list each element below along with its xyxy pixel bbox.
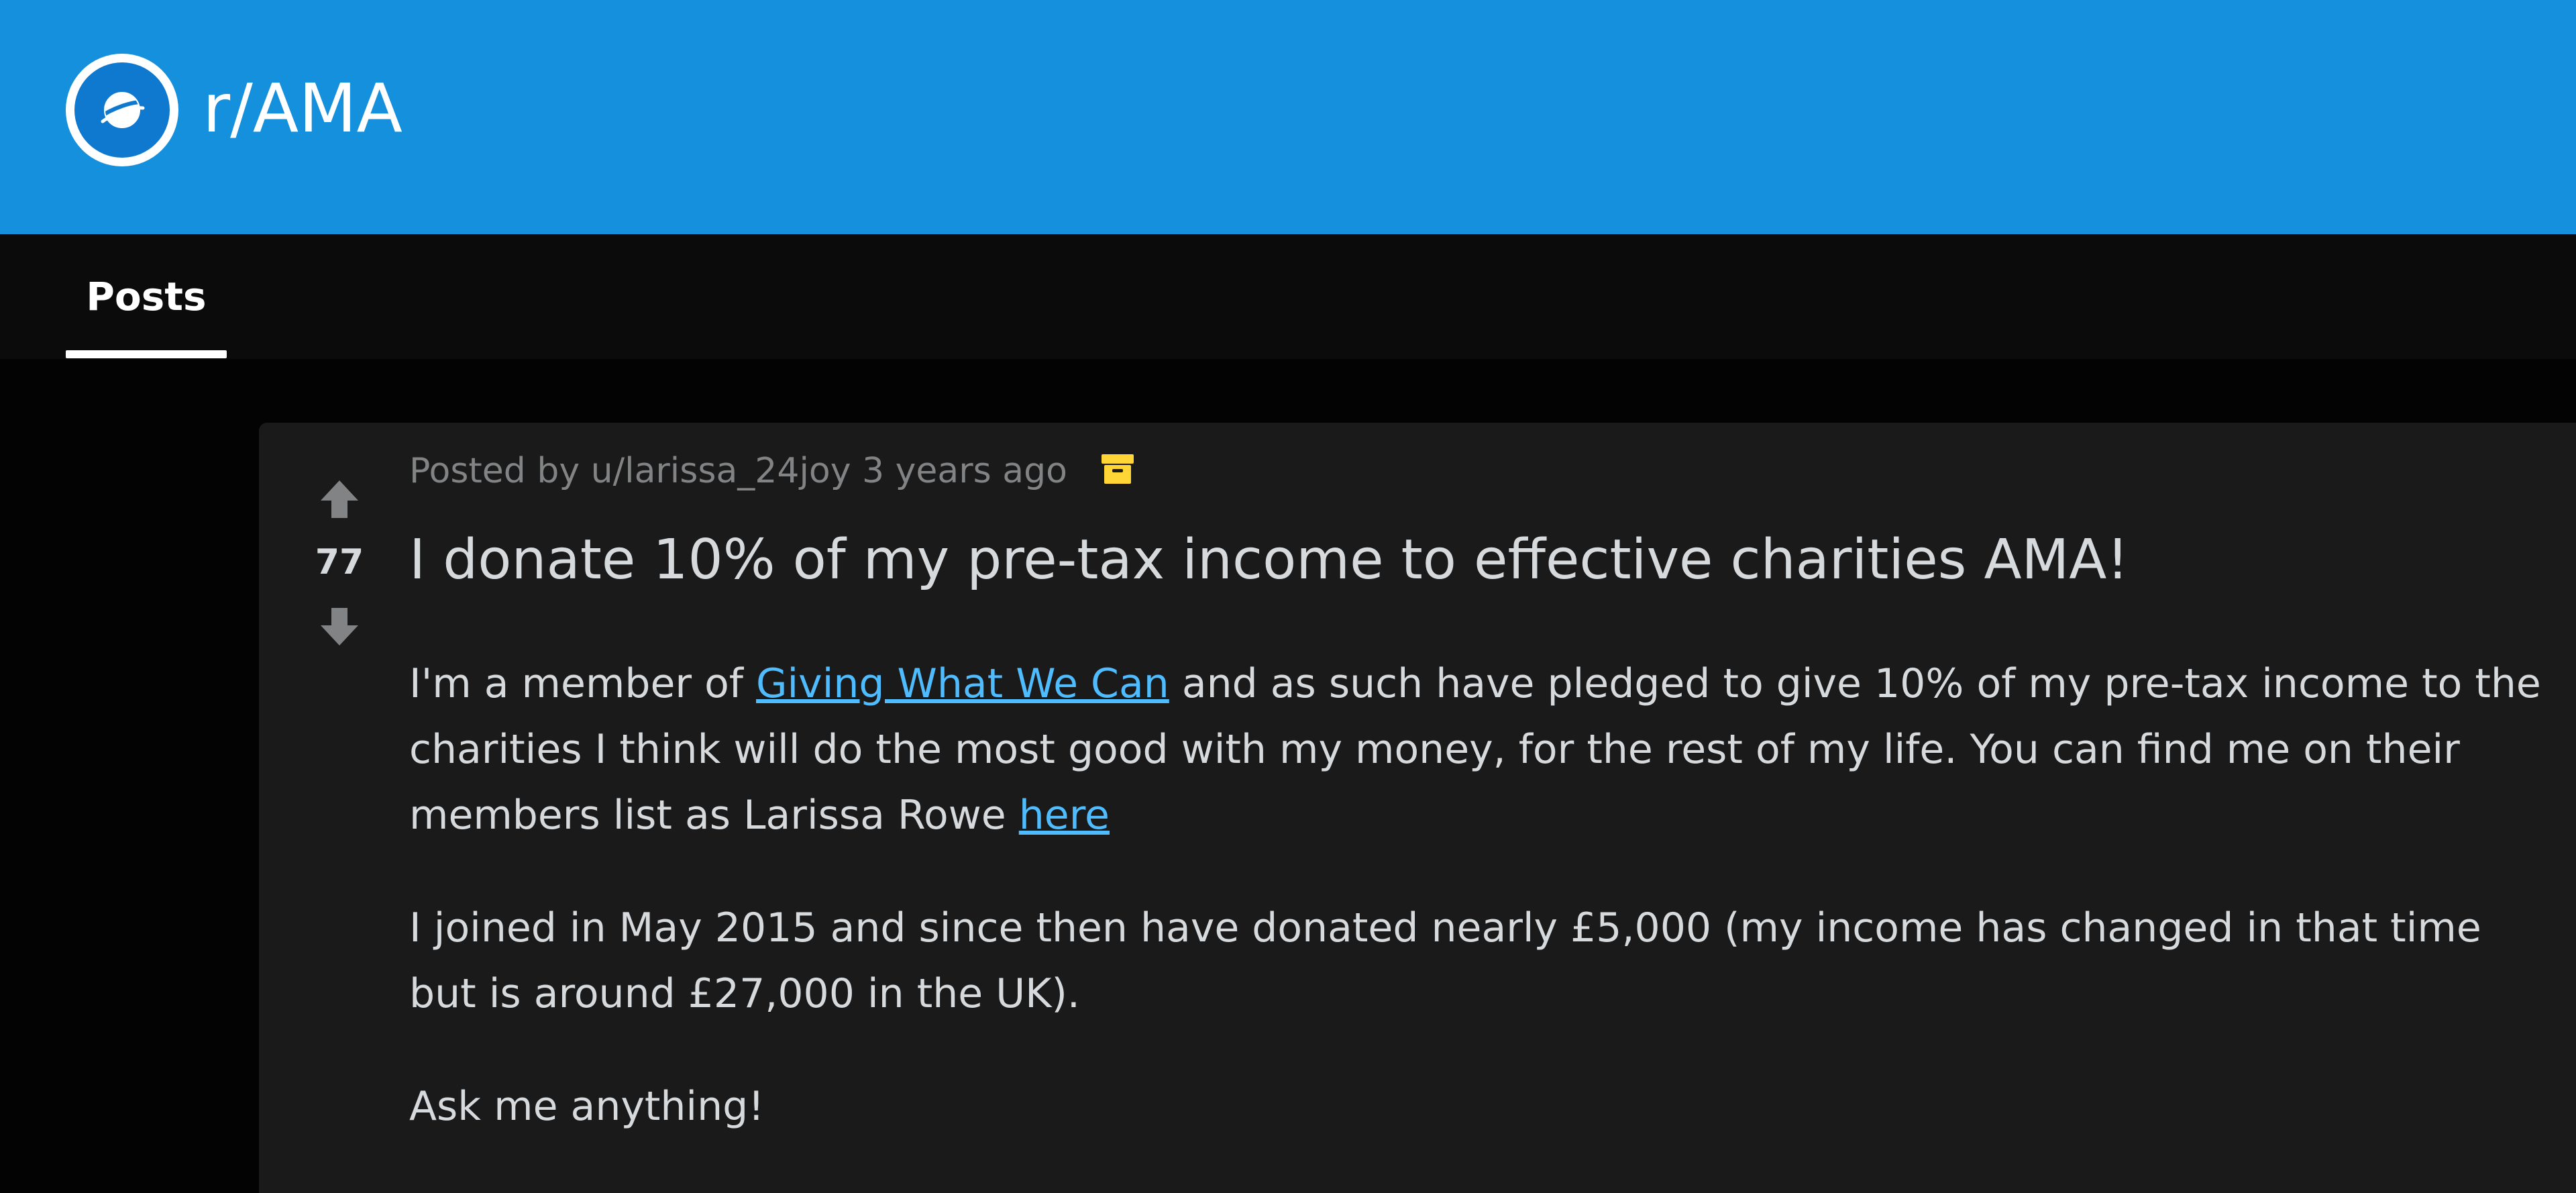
tab-posts-label: Posts (86, 274, 207, 319)
post-title[interactable]: I donate 10% of my pre-tax income to eff… (409, 523, 2129, 597)
subreddit-tabs: Posts (0, 234, 2576, 359)
subreddit-avatar-circle (74, 62, 170, 158)
post-time[interactable]: 3 years ago (862, 451, 1067, 491)
subreddit-banner: r/AMA (0, 0, 2576, 234)
members-list-link[interactable]: here (1019, 792, 1110, 839)
subreddit-avatar[interactable] (66, 54, 178, 166)
post-paragraph-1: I'm a member of Giving What We Can and a… (409, 651, 2556, 848)
tab-active-indicator (66, 350, 227, 358)
tab-posts[interactable]: Posts (66, 234, 227, 359)
upvote-arrow-icon[interactable] (317, 476, 362, 522)
archive-box-icon (1101, 454, 1134, 484)
post-card[interactable]: 77 Posted by u/larissa_24joy 3 years ago… (259, 423, 2576, 1193)
downvote-arrow-icon[interactable] (317, 604, 362, 650)
post-paragraph-3: Ask me anything! (409, 1083, 765, 1130)
post-meta: Posted by u/larissa_24joy 3 years ago (409, 444, 1136, 498)
vote-score: 77 (315, 542, 364, 582)
post-paragraph-2: I joined in May 2015 and since then have… (409, 904, 2481, 1017)
posted-by-label: Posted by (409, 451, 580, 491)
giving-what-we-can-link[interactable]: Giving What We Can (756, 660, 1169, 707)
planet-icon (98, 92, 146, 128)
subreddit-name[interactable]: r/AMA (203, 62, 402, 156)
post-text: I'm a member of (409, 660, 757, 707)
post-body: I'm a member of Giving What We Can and a… (409, 651, 2556, 1186)
author-link[interactable]: u/larissa_24joy (591, 451, 851, 491)
